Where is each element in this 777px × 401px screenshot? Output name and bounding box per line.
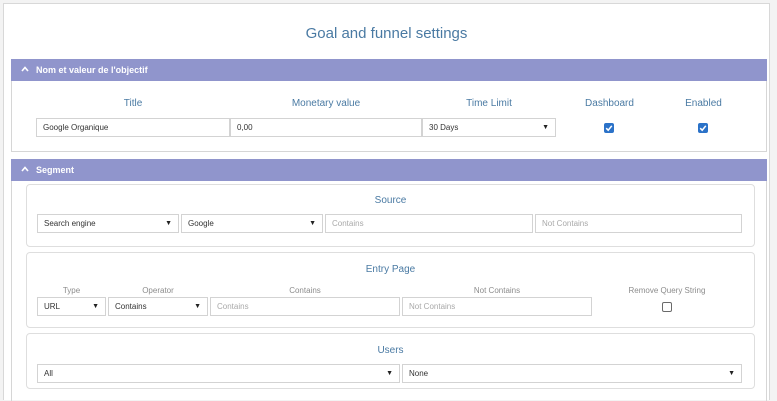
segment-panel-title: Segment (36, 165, 75, 175)
caret-down-icon: ▼ (165, 220, 172, 227)
enabled-checkbox[interactable] (698, 123, 708, 133)
goal-panel-title: Nom et valeur de l'objectif (36, 65, 148, 75)
monetary-value-input[interactable]: 0,00 (230, 118, 422, 137)
entry-not-contains-input[interactable]: Not Contains (402, 297, 592, 316)
segment-panel-body: Source Search engine ▼ Google ▼ Contains… (11, 181, 767, 401)
entry-page-card: Entry Page Type Operator Contains Not Co… (26, 252, 755, 328)
entry-operator-select[interactable]: Contains ▼ (108, 297, 208, 316)
remove-query-label: Remove Query String (628, 286, 706, 295)
page-title: Goal and funnel settings (305, 25, 468, 42)
goal-title-input[interactable]: Google Organique (36, 118, 230, 137)
chevron-up-icon (21, 58, 29, 80)
caret-down-icon: ▼ (728, 370, 735, 377)
source-card: Source Search engine ▼ Google ▼ Contains… (26, 184, 755, 247)
source-contains-input[interactable]: Contains (325, 214, 533, 233)
users-title: Users (377, 345, 404, 356)
contains-label: Contains (289, 286, 321, 295)
time-limit-column-label: Time Limit (466, 98, 512, 109)
caret-down-icon: ▼ (309, 220, 316, 227)
settings-frame: Goal and funnel settings Nom et valeur d… (3, 3, 770, 401)
check-icon (605, 125, 613, 132)
source-type-value: Search engine (44, 219, 96, 228)
chevron-up-icon (21, 158, 29, 180)
dashboard-column-label: Dashboard (585, 98, 634, 109)
title-column-label: Title (123, 98, 143, 109)
segment-panel-header[interactable]: Segment (11, 159, 767, 181)
goal-panel-body: Title Monetary value Time Limit Dashboar… (11, 81, 767, 152)
goal-panel-header[interactable]: Nom et valeur de l'objectif (11, 59, 767, 81)
search-engine-select[interactable]: Google ▼ (181, 214, 323, 233)
enabled-column-label: Enabled (685, 98, 722, 109)
not-contains-label: Not Contains (473, 286, 521, 295)
check-icon (699, 125, 707, 132)
users-exclude-value: None (409, 369, 429, 378)
users-include-select[interactable]: All ▼ (37, 364, 400, 383)
source-not-contains-input[interactable]: Not Contains (535, 214, 742, 233)
caret-down-icon: ▼ (386, 370, 393, 377)
source-title: Source (374, 195, 407, 206)
entry-type-value: URL (44, 302, 61, 311)
time-limit-select[interactable]: 30 Days ▼ (422, 118, 556, 137)
operator-label: Operator (142, 286, 174, 295)
caret-down-icon: ▼ (194, 303, 201, 310)
search-engine-value: Google (188, 219, 214, 228)
entry-contains-input[interactable]: Contains (210, 297, 400, 316)
users-card: Users All ▼ None ▼ (26, 333, 755, 389)
monetary-column-label: Monetary value (291, 98, 361, 109)
users-exclude-select[interactable]: None ▼ (402, 364, 742, 383)
entry-operator-value: Contains (115, 302, 147, 311)
entry-page-title: Entry Page (365, 264, 416, 275)
caret-down-icon: ▼ (92, 303, 99, 310)
entry-type-select[interactable]: URL ▼ (37, 297, 106, 316)
users-include-value: All (44, 369, 53, 378)
time-limit-value: 30 Days (429, 123, 459, 132)
remove-query-checkbox[interactable] (662, 302, 672, 312)
caret-down-icon: ▼ (542, 124, 549, 131)
dashboard-checkbox[interactable] (604, 123, 614, 133)
source-type-select[interactable]: Search engine ▼ (37, 214, 179, 233)
type-label: Type (62, 286, 81, 295)
